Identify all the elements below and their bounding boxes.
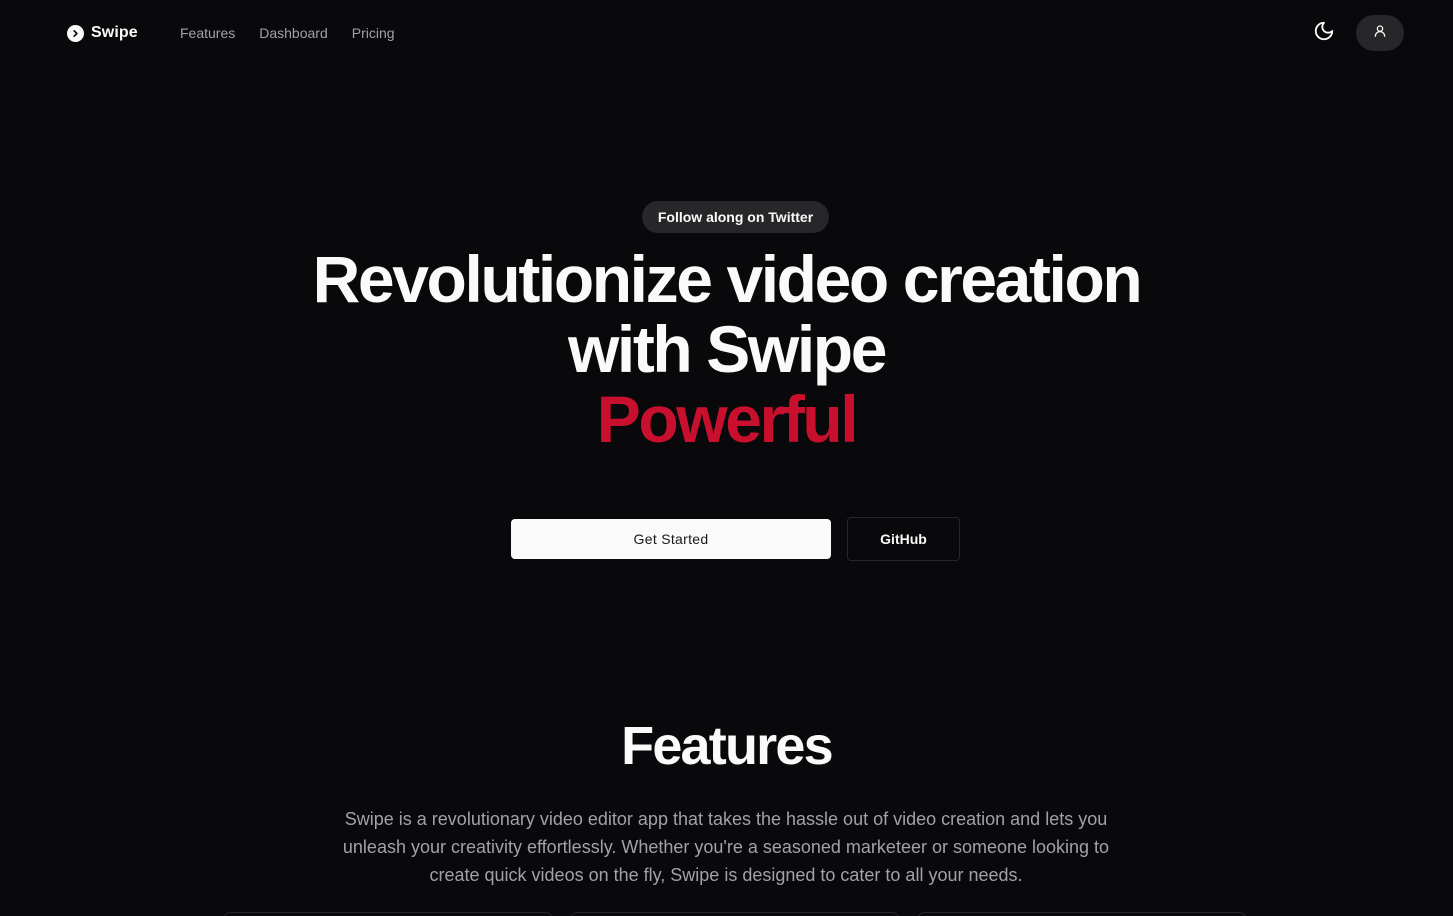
landing-page: Swipe Features Dashboard Pricing Follow … (0, 0, 1453, 916)
main-nav: Features Dashboard Pricing (180, 24, 395, 42)
chevron-right-circle-icon (67, 24, 84, 42)
headline-line-1: Revolutionize video creation (312, 242, 1143, 316)
feature-card (570, 912, 900, 916)
user-account-button[interactable] (1356, 15, 1404, 51)
headline-accent-word: Powerful (596, 382, 859, 456)
twitter-follow-pill[interactable]: Follow along on Twitter (642, 201, 829, 233)
nav-link-features[interactable]: Features (180, 24, 235, 42)
user-icon (1373, 24, 1387, 43)
theme-toggle-button[interactable] (1310, 19, 1338, 47)
nav-link-dashboard[interactable]: Dashboard (259, 24, 328, 42)
site-header: Swipe Features Dashboard Pricing (0, 0, 1453, 66)
headline-line-2: with Swipe (567, 312, 887, 386)
features-title: Features (621, 716, 834, 776)
brand-logo-link[interactable]: Swipe (67, 23, 138, 43)
get-started-button[interactable]: Get Started (511, 519, 831, 559)
brand-name: Swipe (91, 24, 138, 41)
feature-card (917, 912, 1247, 916)
nav-link-pricing[interactable]: Pricing (352, 24, 395, 42)
github-button[interactable]: GitHub (847, 517, 960, 561)
moon-icon (1313, 20, 1335, 47)
hero-headline: Revolutionize video creation with Swipe … (0, 244, 1453, 454)
features-description: Swipe is a revolutionary video editor ap… (342, 809, 1110, 885)
feature-card (223, 912, 553, 916)
